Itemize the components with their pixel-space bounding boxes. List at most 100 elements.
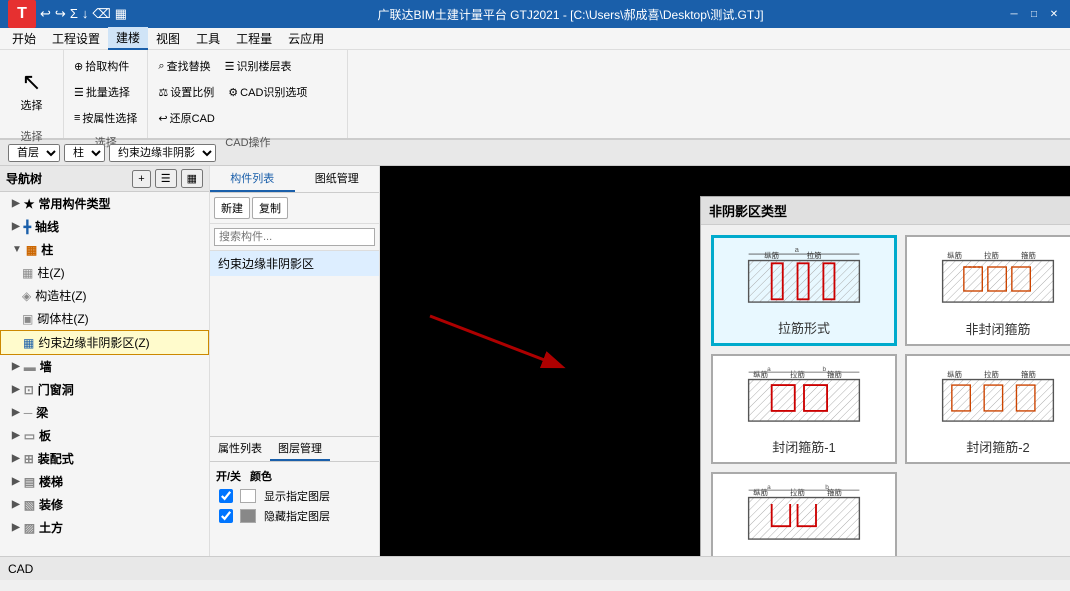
- nav-tree: ▶ ★ 常用构件类型 ▶ ╋ 轴线 ▼ ▦ 柱 ▦ 柱(Z) ◈ 构造柱(Z): [0, 192, 209, 556]
- fengbi2-svg: 纵筋 拉筋 箍筋: [938, 363, 1058, 433]
- nav-stairs[interactable]: ▶ ▤ 楼梯: [0, 470, 209, 493]
- select-group-label: 选择: [4, 126, 59, 144]
- type-card-feifengbi[interactable]: 纵筋 拉筋 箍筋 非封闭箍筋: [905, 235, 1070, 346]
- identify-floor-button[interactable]: ☰ 识别楼层表: [219, 54, 298, 78]
- set-scale-button[interactable]: ⚖ 设置比例: [152, 80, 220, 104]
- component-type-selector[interactable]: 柱: [64, 144, 105, 162]
- nav-construct-column[interactable]: ◈ 构造柱(Z): [0, 284, 209, 307]
- nav-construct-column-label: 构造柱(Z): [35, 287, 86, 304]
- find-label: 查找替换: [167, 58, 211, 74]
- pick-icon: ⊕: [74, 60, 83, 73]
- expand-icon3: ▼: [12, 244, 22, 255]
- tab-component-list[interactable]: 构件列表: [210, 166, 295, 192]
- nav-axis[interactable]: ▶ ╋ 轴线: [0, 215, 209, 238]
- search-input[interactable]: [214, 228, 375, 246]
- nav-list-button[interactable]: ☰: [155, 169, 177, 188]
- tab-property[interactable]: 属性列表: [210, 437, 270, 461]
- nav-grid-button[interactable]: ▦: [181, 169, 203, 188]
- nav-common-types[interactable]: ▶ ★ 常用构件类型: [0, 192, 209, 215]
- expand-icon8: ▶: [12, 453, 20, 464]
- nav-constraint-shadow[interactable]: ▦ 约束边缘非阴影区(Z): [0, 330, 209, 355]
- identify-floor-label: 识别楼层表: [236, 58, 291, 74]
- dialog-body: 纵筋 拉筋 a 拉筋形式: [701, 225, 1070, 556]
- dialog-titlebar: 非阴影区类型 ─ ✕: [701, 197, 1070, 225]
- expand-icon5: ▶: [12, 384, 20, 395]
- menu-cloud[interactable]: 云应用: [280, 28, 332, 49]
- new-component-button[interactable]: 新建: [214, 197, 250, 219]
- cursor-icon: ↖: [21, 68, 41, 97]
- batch-label: 批量选择: [86, 84, 130, 100]
- menu-tools[interactable]: 工具: [188, 28, 228, 49]
- toolbar-grid[interactable]: ▦: [115, 6, 127, 22]
- layer-show-label: 显示指定图层: [264, 488, 330, 504]
- select-button[interactable]: ↖ 选择: [4, 54, 59, 126]
- batch-select-button[interactable]: ☰ 批量选择: [68, 80, 136, 104]
- menu-view[interactable]: 视图: [148, 28, 188, 49]
- card-image-fengbi1: 纵筋 拉筋 箍筋 a b: [719, 362, 889, 433]
- property-select-icon: ≡: [74, 112, 80, 124]
- nav-decoration[interactable]: ▶ ▧ 装修: [0, 493, 209, 516]
- floor-selector[interactable]: 首层: [8, 144, 60, 162]
- nav-column-z-label: 柱(Z): [37, 264, 64, 281]
- layer-hide-checkbox[interactable]: [216, 509, 236, 523]
- svg-text:b: b: [825, 484, 829, 491]
- dialog-overlay: 非阴影区类型 ─ ✕: [380, 166, 1070, 556]
- batch-icon: ☰: [74, 86, 84, 99]
- expand-icon2: ▶: [12, 221, 20, 232]
- find-icon: ⌕: [158, 60, 164, 73]
- svg-text:拉筋: 拉筋: [984, 369, 999, 378]
- svg-text:纵筋: 纵筋: [947, 251, 962, 260]
- tab-layer-mgmt[interactable]: 图层管理: [270, 437, 330, 461]
- nav-earthwork[interactable]: ▶ ▨ 土方: [0, 516, 209, 539]
- svg-text:纵筋: 纵筋: [753, 487, 768, 496]
- layer-show-checkbox[interactable]: [216, 489, 236, 503]
- cad-options-button[interactable]: ⚙ CAD识别选项: [222, 80, 313, 104]
- nav-prefab[interactable]: ▶ ⊞ 装配式: [0, 447, 209, 470]
- card-image-lajin: 纵筋 拉筋 a: [720, 244, 888, 314]
- nav-column-z[interactable]: ▦ 柱(Z): [0, 261, 209, 284]
- nav-wall[interactable]: ▶ ▬ 墙: [0, 355, 209, 378]
- construct-col-icon: ◈: [22, 289, 31, 303]
- find-replace-button[interactable]: ⌕ 查找替换: [152, 54, 216, 78]
- opening-icon: ⊡: [24, 383, 34, 397]
- close-button[interactable]: ✕: [1046, 6, 1062, 22]
- menu-quantities[interactable]: 工程量: [228, 28, 280, 49]
- toolbar-down[interactable]: ↓: [82, 6, 89, 22]
- tab-drawing-mgmt[interactable]: 图纸管理: [295, 166, 380, 192]
- main-area: 导航树 + ☰ ▦ ▶ ★ 常用构件类型 ▶ ╋ 轴线 ▼ ▦ 柱 ▦: [0, 166, 1070, 556]
- toolbar-del[interactable]: ⌫: [92, 6, 110, 22]
- nav-column[interactable]: ▼ ▦ 柱: [0, 238, 209, 261]
- restore-cad-button[interactable]: ↩ 还原CAD: [152, 106, 220, 130]
- property-select-button[interactable]: ≡ 按属性选择: [68, 106, 143, 130]
- panel-toolbar: 新建 复制: [210, 193, 379, 224]
- svg-text:a: a: [767, 484, 771, 491]
- toolbar-redo[interactable]: ↪: [55, 6, 66, 22]
- nav-add-button[interactable]: +: [132, 170, 150, 188]
- menu-start[interactable]: 开始: [4, 28, 44, 49]
- maximize-button[interactable]: □: [1026, 6, 1042, 22]
- card-label-fengbi2: 封闭箍筋-2: [966, 437, 1030, 456]
- filter-selector[interactable]: 约束边缘非阴影: [109, 144, 216, 162]
- type-card-fengbi1[interactable]: 纵筋 拉筋 箍筋 a b 封闭箍筋-1: [711, 354, 897, 464]
- type-card-uxing[interactable]: 纵筋 拉筋 箍筋 a b U形箍筋-1: [711, 472, 897, 556]
- copy-component-button[interactable]: 复制: [252, 197, 288, 219]
- nav-masonry-column[interactable]: ▣ 砌体柱(Z): [0, 307, 209, 330]
- layer-row-hide: 隐藏指定图层: [214, 506, 375, 526]
- uxing-svg: 纵筋 拉筋 箍筋 a b: [744, 481, 864, 551]
- menu-project-settings[interactable]: 工程设置: [44, 28, 108, 49]
- earth-icon: ▨: [24, 521, 35, 535]
- type-card-fengbi2[interactable]: 纵筋 拉筋 箍筋 封闭箍筋-2: [905, 354, 1070, 464]
- nav-decoration-label: 装修: [39, 496, 63, 513]
- toolbar-sum[interactable]: Σ: [70, 6, 78, 22]
- type-card-lajin[interactable]: 纵筋 拉筋 a 拉筋形式: [711, 235, 897, 346]
- wall-icon: ▬: [24, 360, 36, 374]
- nav-slab[interactable]: ▶ ▭ 板: [0, 424, 209, 447]
- minimize-button[interactable]: ─: [1006, 6, 1022, 22]
- component-item-constraint[interactable]: 约束边缘非阴影区: [210, 251, 379, 276]
- nav-beam[interactable]: ▶ ─ 梁: [0, 401, 209, 424]
- pick-component-button[interactable]: ⊕ 拾取构件: [68, 54, 135, 78]
- scale-label: 设置比例: [170, 84, 214, 100]
- menu-build[interactable]: 建楼: [108, 27, 148, 50]
- nav-opening[interactable]: ▶ ⊡ 门窗洞: [0, 378, 209, 401]
- toolbar-undo[interactable]: ↩: [40, 6, 51, 22]
